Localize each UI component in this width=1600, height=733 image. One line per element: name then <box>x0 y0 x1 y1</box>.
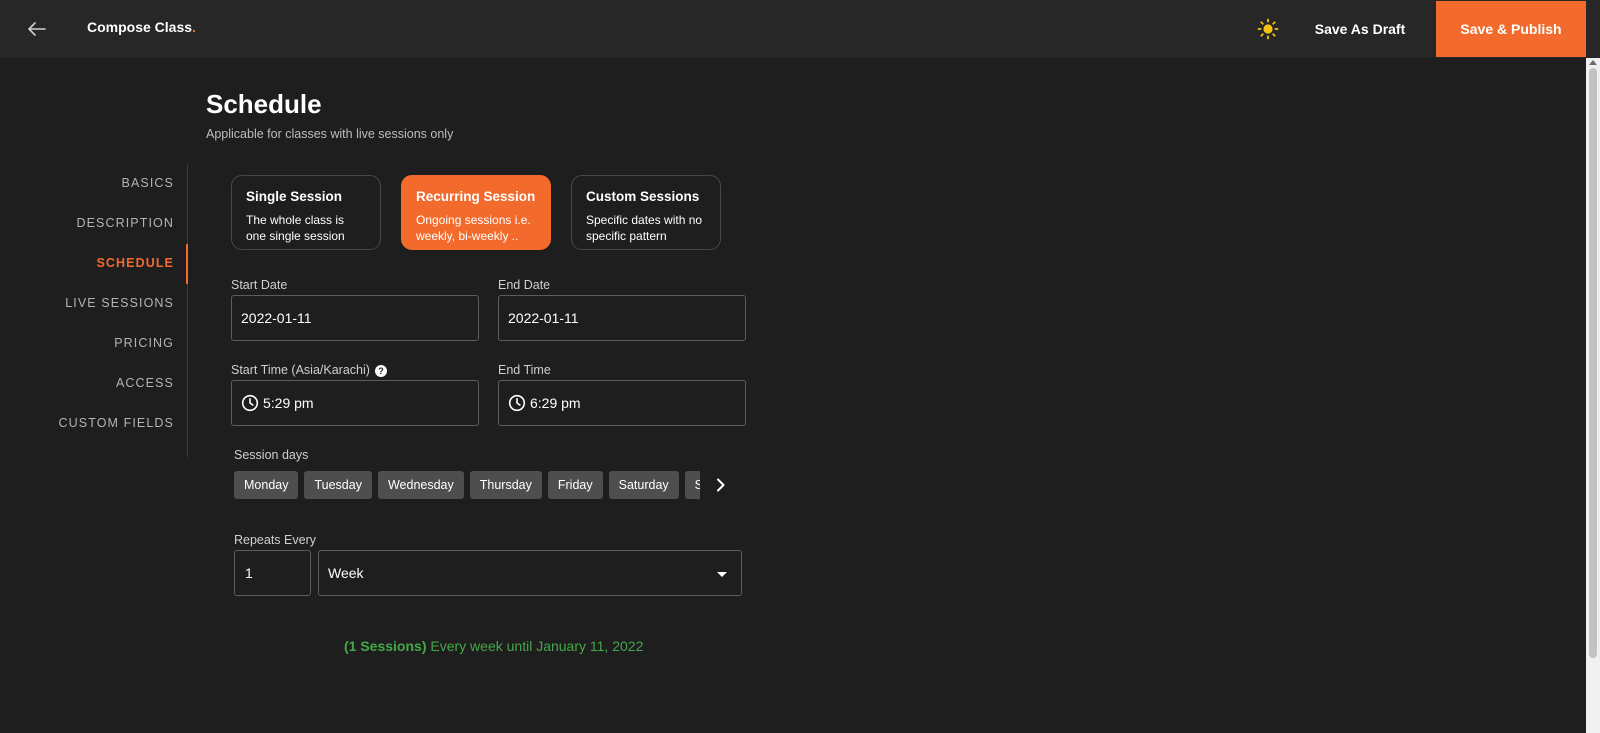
nav-item-description[interactable]: DESCRIPTION <box>76 216 174 230</box>
repeat-unit-value: Week <box>328 565 364 581</box>
start-time-field[interactable]: 5:29 pm <box>231 380 479 426</box>
nav-item-basics[interactable]: BASICS <box>122 176 174 190</box>
session-type-single[interactable]: Single Session The whole class is one si… <box>231 175 381 250</box>
theme-toggle-button[interactable] <box>1255 16 1281 42</box>
session-type-title: Custom Sessions <box>586 189 700 204</box>
start-date-field[interactable]: 2022-01-11 <box>231 295 479 341</box>
day-chip-friday[interactable]: Friday <box>547 471 603 499</box>
repeat-unit-select[interactable]: Week <box>318 550 742 596</box>
day-chip-wednesday[interactable]: Wednesday <box>377 471 464 499</box>
start-time-value: 5:29 pm <box>263 395 314 411</box>
summary-session-count: (1 Sessions) <box>344 638 427 654</box>
session-type-desc: The whole class is one single session <box>246 213 345 243</box>
app-title-text: Compose Class <box>87 19 193 35</box>
page-subtitle: Applicable for classes with live session… <box>206 127 454 141</box>
arrow-left-icon <box>28 22 46 36</box>
page-title: Schedule <box>206 89 322 119</box>
session-type-desc: Specific dates with no specific pattern <box>586 213 703 243</box>
scrollbar-thumb[interactable] <box>1589 68 1597 658</box>
summary-text: Every week until January 11, 2022 <box>430 638 644 654</box>
sun-icon <box>1257 18 1279 40</box>
session-type-desc: Ongoing sessions i.e. weekly, bi-weekly … <box>416 213 531 243</box>
nav-item-custom-fields[interactable]: CUSTOM FIELDS <box>59 416 174 430</box>
session-type-title: Single Session <box>246 189 343 204</box>
nav-item-access[interactable]: ACCESS <box>116 376 174 390</box>
day-chip-monday[interactable]: Monday <box>234 471 299 499</box>
app-title: Compose Class. <box>87 19 196 35</box>
session-days-label: Session days <box>234 448 309 462</box>
day-chip-thursday[interactable]: Thursday <box>469 471 542 499</box>
nav-item-schedule[interactable]: SCHEDULE <box>96 256 174 270</box>
active-section-indicator <box>186 244 188 284</box>
end-time-value: 6:29 pm <box>530 395 581 411</box>
nav-item-live-sessions[interactable]: LIVE SESSIONS <box>65 296 174 310</box>
clock-icon <box>508 394 526 412</box>
back-button[interactable] <box>22 16 52 42</box>
schedule-summary: (1 Sessions) Every week until January 11… <box>344 638 643 654</box>
repeat-interval-input[interactable]: 1 <box>234 550 311 596</box>
clock-icon <box>241 394 259 412</box>
save-as-draft-button[interactable]: Save As Draft <box>1304 0 1416 58</box>
start-time-label: Start Time (Asia/Karachi)? <box>231 363 387 377</box>
chevron-right-icon <box>717 478 725 492</box>
scroll-up-arrow-icon[interactable] <box>1589 60 1597 65</box>
day-chip-saturday[interactable]: Saturday <box>608 471 679 499</box>
start-date-label: Start Date <box>231 278 288 292</box>
help-icon[interactable]: ? <box>374 364 387 377</box>
end-time-field[interactable]: 6:29 pm <box>498 380 746 426</box>
end-date-label: End Date <box>498 278 551 292</box>
end-date-field[interactable]: 2022-01-11 <box>498 295 746 341</box>
session-type-custom[interactable]: Custom Sessions Specific dates with no s… <box>571 175 721 250</box>
session-days-scroller: Monday Tuesday Wednesday Thursday Friday… <box>234 471 700 499</box>
app-title-dot: . <box>192 19 196 35</box>
session-type-title: Recurring Session <box>416 189 536 204</box>
end-time-label: End Time <box>498 363 551 377</box>
page-scrollbar[interactable] <box>1586 58 1600 733</box>
caret-down-icon <box>717 572 727 577</box>
start-time-label-text: Start Time (Asia/Karachi) <box>231 363 370 377</box>
day-chip-sunday[interactable]: Sunday <box>684 471 700 499</box>
nav-item-pricing[interactable]: PRICING <box>114 336 174 350</box>
save-and-publish-button[interactable]: Save & Publish <box>1436 1 1586 57</box>
section-nav-rail <box>187 164 188 457</box>
days-scroll-next-button[interactable] <box>710 473 732 497</box>
repeats-every-label: Repeats Every <box>234 533 316 547</box>
session-type-recurring[interactable]: Recurring Session Ongoing sessions i.e. … <box>401 175 551 250</box>
day-chip-tuesday[interactable]: Tuesday <box>304 471 372 499</box>
top-bar: Compose Class. Save As Draft Save & Publ… <box>0 0 1600 58</box>
